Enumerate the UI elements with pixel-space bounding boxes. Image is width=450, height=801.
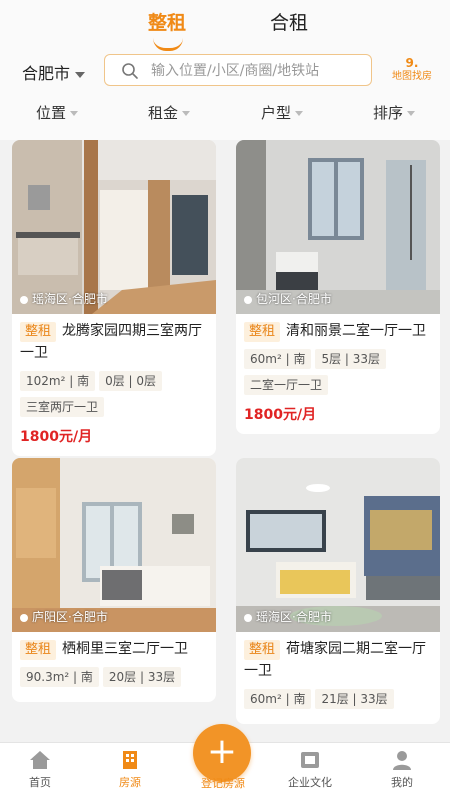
listing-tags: 102m² | 南 0层 | 0层三室两厅一卫	[20, 370, 208, 422]
tag-floor: 0层 | 0层	[99, 371, 163, 391]
filter-sort[interactable]: 排序	[373, 102, 416, 123]
tab-listings[interactable]: 房源	[90, 749, 170, 790]
map-search-button[interactable]: 9. 地图找房	[384, 56, 440, 90]
map-search-label: 地图找房	[392, 71, 432, 82]
rent-type-tabs: 整租 合租	[0, 8, 450, 51]
filter-location[interactable]: 位置	[36, 102, 79, 123]
search-input[interactable]	[149, 59, 368, 83]
listing-price: 1800元/月	[20, 429, 93, 445]
building-icon	[123, 751, 137, 769]
rent-type-badge: 整租	[244, 640, 281, 660]
location-icon	[20, 613, 28, 622]
listing-location: 庐阳区·合肥市	[20, 608, 108, 625]
tab-home[interactable]: 首页	[0, 749, 80, 790]
listing-photo: 庐阳区·合肥市	[12, 458, 216, 632]
listing-price: 1800元/月	[244, 407, 317, 423]
location-icon	[20, 295, 28, 304]
listing-photo: 瑶海区·合肥市	[12, 140, 216, 314]
top-bar: 整租 合租 合肥市 9. 地图找房 位置 租金 户型 排序	[0, 0, 450, 140]
listing-title: 整租 荷塘家园二期二室一厅一卫	[244, 640, 427, 679]
listing-location: 包河区·合肥市	[244, 290, 332, 307]
chevron-down-icon	[407, 111, 416, 116]
chevron-down-icon	[70, 111, 79, 116]
tag-area: 60m² | 南	[244, 349, 312, 369]
listing-title: 整租 龙腾家园四期三室两厅一卫	[20, 322, 203, 361]
tab-culture[interactable]: 企业文化	[270, 749, 350, 790]
listing-card[interactable]: 庐阳区·合肥市 整租 栖桐里三室二厅一卫 90.3m² | 南 20层 | 33层	[12, 458, 216, 702]
listing-tags: 90.3m² | 南 20层 | 33层	[20, 666, 208, 692]
culture-icon	[301, 752, 319, 768]
listing-tags: 60m² | 南 21层 | 33层	[244, 688, 432, 714]
location-icon	[244, 613, 252, 622]
plus-icon: +	[206, 731, 238, 772]
search-box[interactable]	[104, 54, 372, 86]
home-icon	[30, 751, 50, 769]
filter-rent[interactable]: 租金	[148, 102, 191, 123]
tag-area: 90.3m² | 南	[20, 667, 99, 687]
listing-photo: 包河区·合肥市	[236, 140, 440, 314]
listing-title: 整租 栖桐里三室二厅一卫	[20, 638, 208, 660]
rent-type-badge: 整租	[244, 322, 281, 342]
filter-layout[interactable]: 户型	[261, 102, 304, 123]
listing-card[interactable]: 瑶海区·合肥市 整租 龙腾家园四期三室两厅一卫 102m² | 南 0层 | 0层三…	[12, 140, 216, 456]
listing-location: 瑶海区·合肥市	[244, 608, 332, 625]
listing-tags: 60m² | 南 5层 | 33层二室一厅一卫	[244, 348, 432, 400]
city-label: 合肥市	[22, 64, 71, 83]
search-icon	[122, 63, 138, 79]
tab-shared-rent[interactable]: 合租	[270, 8, 308, 35]
filter-bar: 位置 租金 户型 排序	[0, 100, 450, 128]
tag-layout: 三室两厅一卫	[20, 397, 105, 417]
rent-type-badge: 整租	[20, 640, 57, 660]
tag-area: 102m² | 南	[20, 371, 96, 391]
user-icon	[393, 751, 411, 770]
tag-floor: 20层 | 33层	[102, 667, 182, 687]
tab-mine[interactable]: 我的	[362, 749, 442, 790]
chevron-down-icon	[295, 111, 304, 116]
listing-photo: 瑶海区·合肥市	[236, 458, 440, 632]
map-pin-icon: 9.	[405, 56, 419, 70]
rent-type-badge: 整租	[20, 322, 57, 342]
active-tab-smile-indicator	[153, 38, 183, 51]
listing-card[interactable]: 包河区·合肥市 整租 清和丽景二室一厅一卫 60m² | 南 5层 | 33层二室一…	[236, 140, 440, 434]
tag-floor: 5层 | 33层	[315, 349, 387, 369]
tag-floor: 21层 | 33层	[315, 689, 394, 709]
tag-layout: 二室一厅一卫	[244, 375, 329, 395]
location-icon	[244, 295, 252, 304]
listing-title: 整租 清和丽景二室一厅一卫	[244, 320, 432, 342]
register-listing-button[interactable]: +	[193, 724, 251, 782]
tab-whole-rent[interactable]: 整租	[148, 8, 186, 35]
listing-card[interactable]: 瑶海区·合肥市 整租 荷塘家园二期二室一厅一卫 60m² | 南 21层 | 33层	[236, 458, 440, 724]
chevron-down-icon	[182, 111, 191, 116]
chevron-down-icon	[75, 71, 86, 78]
listing-location: 瑶海区·合肥市	[20, 290, 108, 307]
city-selector[interactable]: 合肥市	[22, 60, 86, 84]
register-listing-label: 登记房源	[201, 777, 245, 790]
tag-area: 60m² | 南	[244, 689, 312, 709]
